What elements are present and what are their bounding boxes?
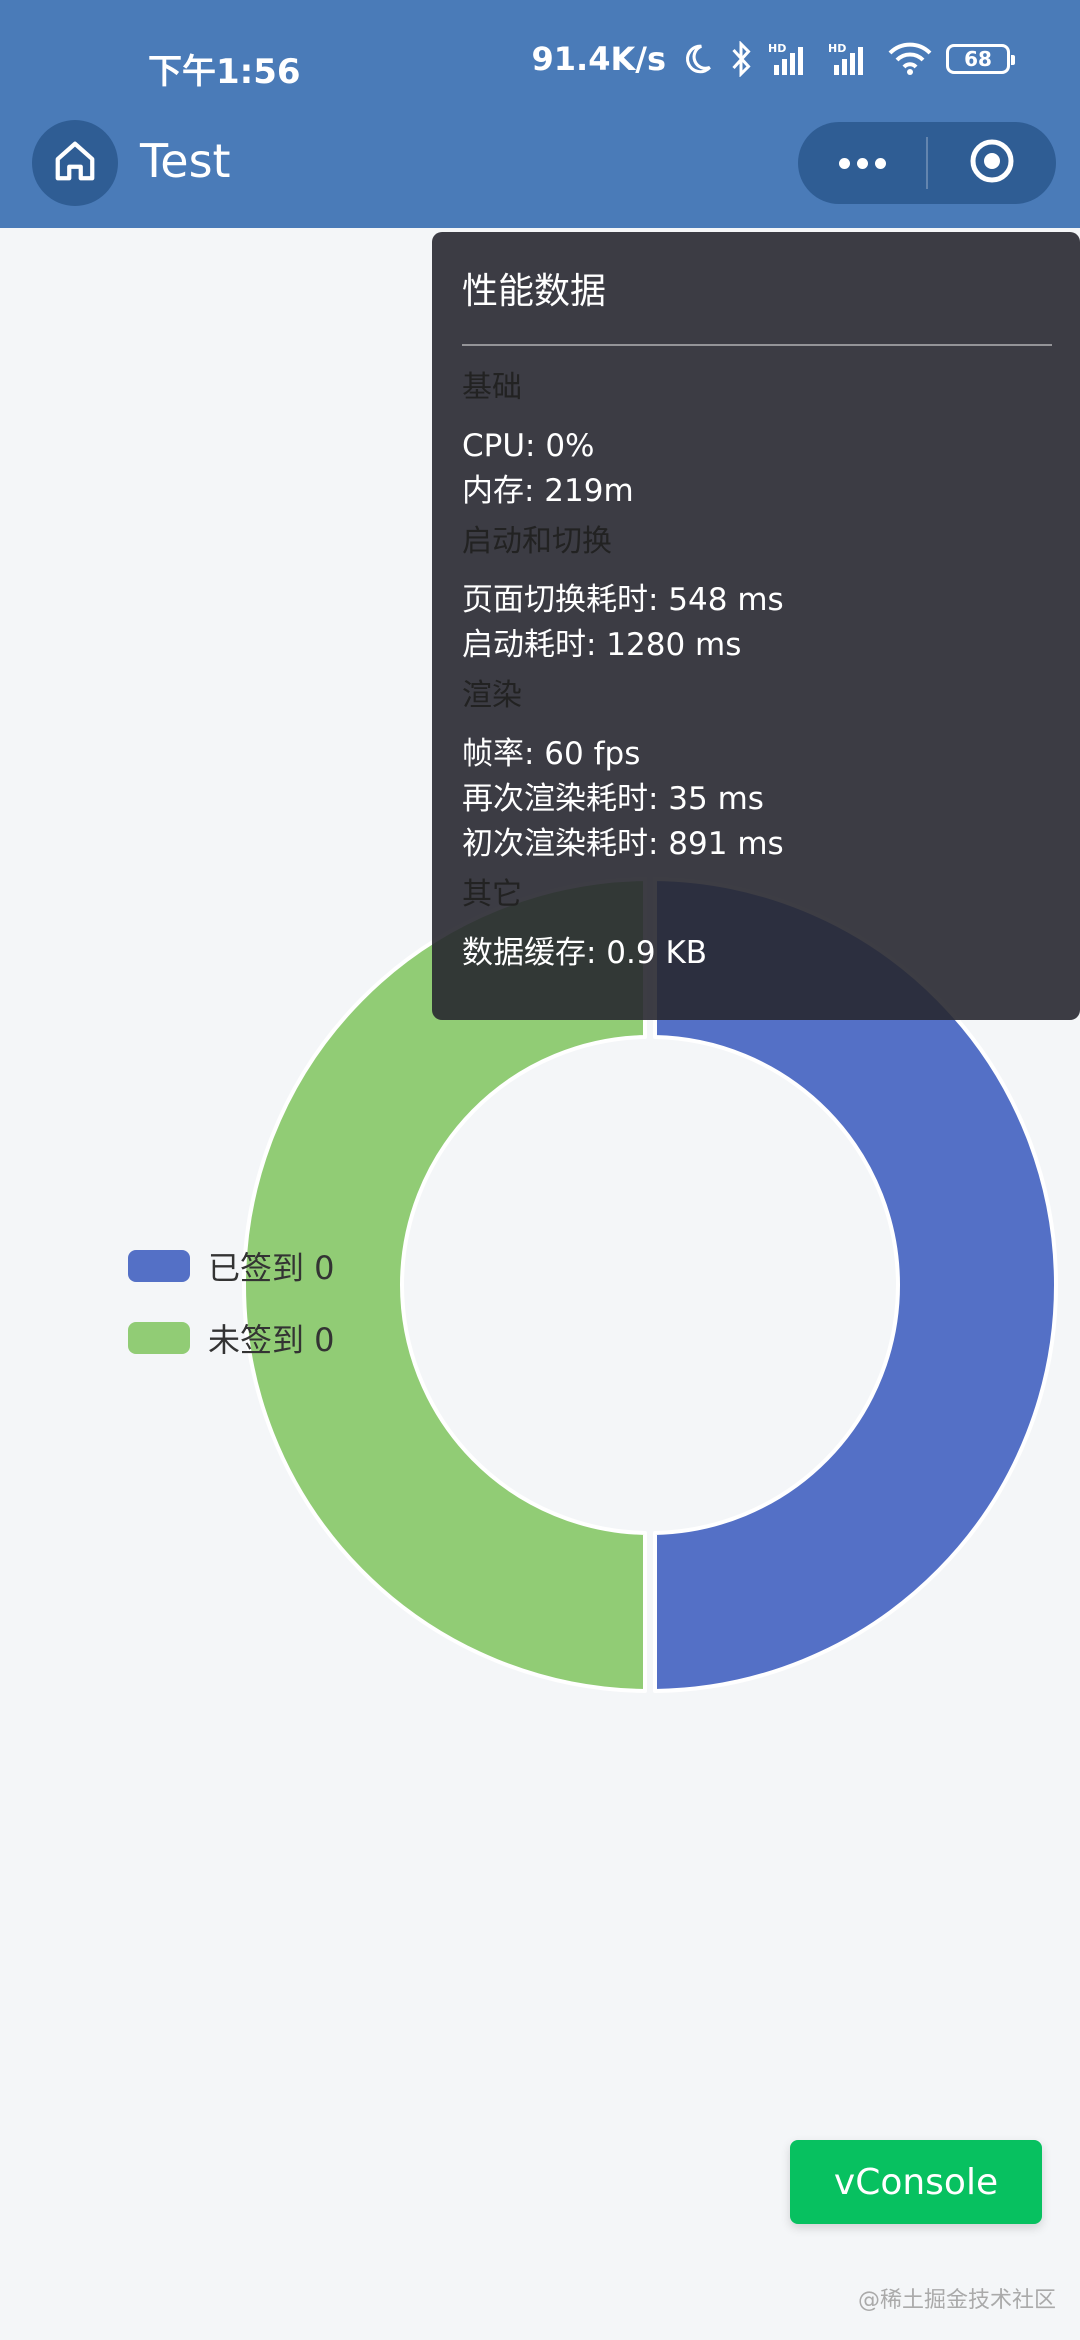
watermark: @稀土掘金技术社区 xyxy=(857,2288,1056,2313)
legend-label: 已签到 0 xyxy=(208,1249,335,1287)
perf-line: 再次渲染耗时: 35 ms xyxy=(462,781,764,817)
perf-line: CPU: 0% xyxy=(462,428,595,464)
perf-line: 启动耗时: 1280 ms xyxy=(462,627,742,663)
perf-section-title: 渲染 xyxy=(462,678,522,713)
legend-label: 未签到 0 xyxy=(208,1321,335,1359)
vconsole-button[interactable]: vConsole xyxy=(790,2140,1042,2224)
divider xyxy=(462,344,1052,346)
legend-item-unsigned[interactable]: 未签到 0 xyxy=(128,1302,335,1374)
performance-panel: 性能数据 基础 CPU: 0% 内存: 219m 启动和切换 页面切换耗时: 5… xyxy=(432,232,1080,1020)
perf-section-other: 其它 数据缓存: 0.9 KB xyxy=(462,875,1052,976)
perf-line: 页面切换耗时: 548 ms xyxy=(462,582,784,618)
perf-line: 初次渲染耗时: 891 ms xyxy=(462,826,784,862)
perf-section-title: 基础 xyxy=(462,370,522,405)
legend-swatch xyxy=(128,1322,190,1354)
perf-section-title: 启动和切换 xyxy=(462,524,612,559)
perf-section-basic: 基础 CPU: 0% 内存: 219m xyxy=(462,368,1052,514)
perf-line: 帧率: 60 fps xyxy=(462,736,641,772)
legend-item-signed[interactable]: 已签到 0 xyxy=(128,1230,335,1302)
perf-section-render: 渲染 帧率: 60 fps 再次渲染耗时: 35 ms 初次渲染耗时: 891 … xyxy=(462,676,1052,867)
chart-legend: 已签到 0 未签到 0 xyxy=(128,1230,335,1374)
perf-line: 数据缓存: 0.9 KB xyxy=(462,935,708,971)
perf-title: 性能数据 xyxy=(462,271,607,312)
legend-swatch xyxy=(128,1250,190,1282)
perf-section-launch: 启动和切换 页面切换耗时: 548 ms 启动耗时: 1280 ms xyxy=(462,522,1052,668)
perf-section-title: 其它 xyxy=(462,877,522,912)
perf-line: 内存: 219m xyxy=(462,473,634,509)
